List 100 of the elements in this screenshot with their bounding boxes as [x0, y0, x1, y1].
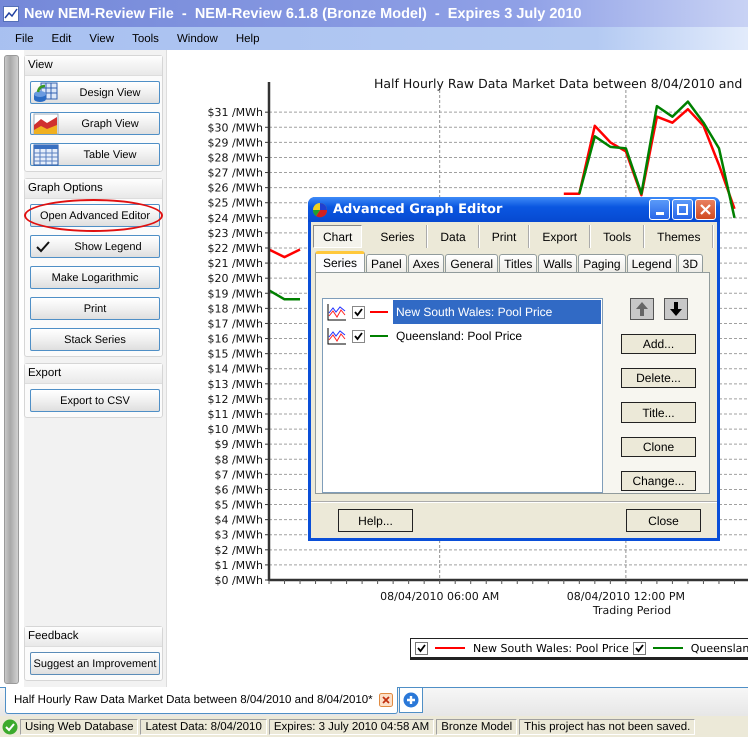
dialog-tab[interactable]: Chart — [313, 225, 362, 248]
axis-label: $9 /MWh — [214, 438, 263, 452]
axis-label: $19 /MWh — [207, 287, 263, 300]
axis-label: $3 /MWh — [214, 528, 263, 542]
list-item[interactable]: Queensland: Pool Price — [393, 324, 601, 348]
axis-label: $18 /MWh — [207, 302, 263, 316]
maximize-button[interactable] — [672, 199, 693, 220]
close-icon — [700, 204, 711, 215]
axis-label: $25 /MWh — [207, 196, 263, 210]
dialog-tab[interactable]: Themes — [645, 225, 714, 248]
menu-item[interactable]: Help — [226, 32, 268, 44]
dialog-button[interactable]: Clone — [621, 436, 696, 457]
status-field: Latest Data: 8/04/2010 — [140, 718, 267, 734]
axis-label: $29 /MWh — [207, 136, 263, 150]
maximize-icon — [677, 204, 688, 215]
dialog-tab[interactable]: 3D — [678, 254, 703, 272]
sidebar-button[interactable]: Design View — [30, 81, 160, 104]
axis-label: $23 /MWh — [207, 226, 263, 240]
menu-item[interactable]: View — [80, 32, 124, 44]
line-chart-icon — [327, 303, 347, 321]
dialog-tab[interactable]: Panel — [366, 254, 407, 272]
axis-label: $24 /MWh — [207, 212, 263, 225]
dialog-tab[interactable]: Legend — [626, 254, 677, 272]
close-button[interactable] — [695, 199, 716, 220]
menu-item[interactable]: Edit — [42, 32, 80, 44]
move-down-button[interactable] — [664, 298, 688, 320]
axis-label: 08/04/2010 12:00 PM — [566, 590, 685, 603]
sidebar-button[interactable]: Stack Series — [30, 328, 160, 351]
window-title: New NEM-Review File - NEM-Review 6.1.8 (Bronze Model) - Expires 3 July 2010 — [24, 6, 582, 22]
new-tab-button[interactable] — [398, 688, 423, 713]
axis-label: $20 /MWh — [207, 272, 263, 286]
sidebar-button[interactable]: Print — [30, 297, 160, 320]
dialog-button[interactable]: Add... — [621, 334, 696, 354]
dialog-tab[interactable]: Export — [530, 225, 592, 248]
group-title: Graph Options — [25, 179, 162, 199]
sidebar-button[interactable]: Graph View — [30, 112, 160, 135]
status-field: Bronze Model — [436, 718, 518, 734]
dialog-button[interactable]: Help... — [338, 509, 413, 532]
dialog-tab[interactable]: Paging — [578, 254, 626, 272]
menu-item[interactable]: File — [6, 32, 43, 44]
axis-label: $22 /MWh — [207, 242, 263, 255]
axis-label: $12 /MWh — [207, 392, 263, 406]
dialog-tab[interactable]: Series — [315, 251, 366, 272]
menu-item[interactable]: Window — [168, 32, 227, 44]
axis-label: $7 /MWh — [214, 468, 263, 482]
dialog-button[interactable]: Title... — [621, 402, 696, 423]
axis-label: 08/04/2010 06:00 AM — [380, 590, 500, 603]
move-up-button[interactable] — [630, 298, 654, 320]
area-chart-icon — [33, 113, 59, 135]
dialog-tab[interactable]: Axes — [408, 254, 444, 272]
group-title: View — [25, 56, 162, 76]
dialog-button[interactable]: Change... — [621, 470, 696, 492]
checkbox[interactable] — [632, 642, 646, 654]
dialog-button[interactable]: Delete... — [621, 368, 696, 388]
plus-icon — [402, 692, 419, 708]
splitter-handle[interactable] — [4, 55, 19, 684]
checkmark-icon — [2, 718, 18, 734]
close-icon[interactable] — [378, 693, 393, 707]
checkbox[interactable] — [352, 306, 365, 318]
dialog-button[interactable]: Close — [626, 509, 701, 532]
dialog-tab[interactable]: Titles — [499, 254, 538, 272]
axis-label: $31 /MWh — [207, 106, 263, 120]
dialog-tab[interactable]: Series — [368, 225, 428, 248]
pie-chart-icon — [312, 202, 328, 218]
minimize-icon — [656, 212, 664, 215]
group-title: Export — [25, 364, 162, 384]
checkbox[interactable] — [415, 642, 428, 654]
dialog-tab[interactable]: Walls — [538, 254, 578, 272]
minimize-button[interactable] — [649, 199, 670, 220]
axis-label: $30 /MWh — [207, 121, 263, 134]
line-chart-icon — [3, 6, 19, 22]
dialog-tab[interactable]: Data — [428, 225, 480, 248]
dialog-tab[interactable]: General — [445, 254, 498, 272]
sidebar-button[interactable]: Table View — [30, 143, 160, 166]
list-item[interactable]: New South Wales: Pool Price — [393, 300, 601, 324]
axis-label: $26 /MWh — [207, 182, 263, 195]
document-tab[interactable]: Half Hourly Raw Data Market Data between 8/04/2010 and 8/04/2010* — [5, 687, 398, 714]
group-title: Feedback — [25, 627, 162, 647]
sidebar-button[interactable]: Show Legend — [30, 235, 160, 258]
dialog-title: Advanced Graph Editor — [333, 202, 504, 217]
line-chart-icon — [327, 327, 347, 345]
checkbox[interactable] — [352, 330, 365, 342]
arrow-down-icon — [670, 302, 682, 316]
sidebar-button[interactable]: Make Logarithmic — [30, 266, 160, 289]
axis-label: $4 /MWh — [214, 514, 263, 527]
status-field: This project has not been saved. — [519, 718, 696, 734]
sidebar-button[interactable]: Export to CSV — [30, 389, 160, 412]
status-field: Using Web Database — [20, 718, 138, 734]
sidebar-button[interactable]: Open Advanced Editor — [30, 204, 160, 227]
dialog-tab[interactable]: Print — [480, 225, 530, 248]
sidebar-button[interactable]: Suggest an Improvement — [30, 652, 160, 675]
legend-label: New South Wales: Pool Price — [473, 642, 629, 654]
axis-label: $15 /MWh — [207, 348, 263, 361]
menu-item[interactable]: Tools — [123, 32, 168, 44]
dialog-tab[interactable]: Tools — [591, 225, 646, 248]
axis-label: $16 /MWh — [207, 332, 263, 346]
axis-label: $6 /MWh — [214, 483, 263, 496]
axis-label: $17 /MWh — [207, 317, 263, 330]
table-grid-icon — [33, 144, 59, 166]
axis-label: $13 /MWh — [207, 378, 263, 391]
